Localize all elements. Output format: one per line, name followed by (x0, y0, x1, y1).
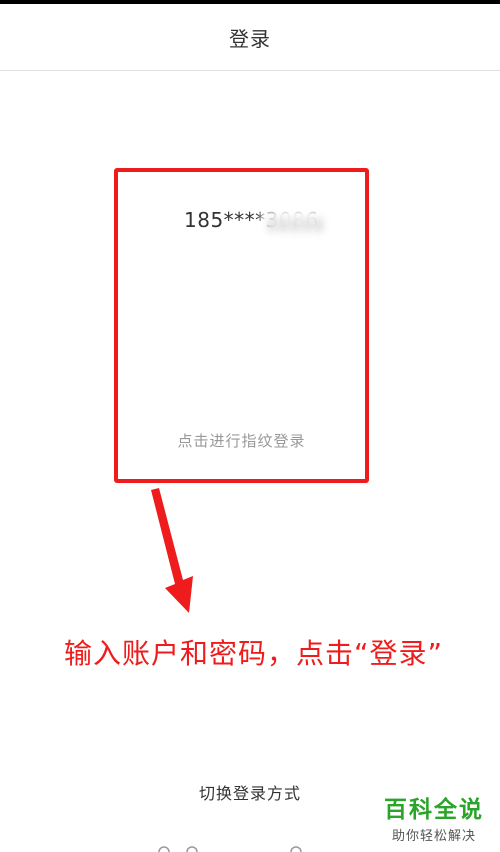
annotation-instruction: 输入账户和密码，点击“登录” (64, 637, 444, 670)
page-title: 登录 (229, 26, 271, 51)
account-highlight-box: 185****3086 点击进行指纹登录 (114, 168, 369, 483)
privacy-blur-mask (260, 210, 332, 238)
fingerprint-login-link[interactable]: 点击进行指纹登录 (118, 430, 365, 451)
bottom-dots-decoration (158, 846, 302, 852)
watermark-logo: 百科全说 助你轻松解决 (378, 790, 490, 844)
watermark-subtitle: 助你轻松解决 (391, 829, 476, 844)
login-screen: 登录 185****3086 点击进行指纹登录 输入账户和密码，点击“登录” 切… (0, 0, 500, 852)
watermark-title: 百科全说 (384, 797, 484, 823)
annotation-arrow-icon (151, 488, 193, 613)
navigation-bar: 登录 (0, 4, 500, 71)
